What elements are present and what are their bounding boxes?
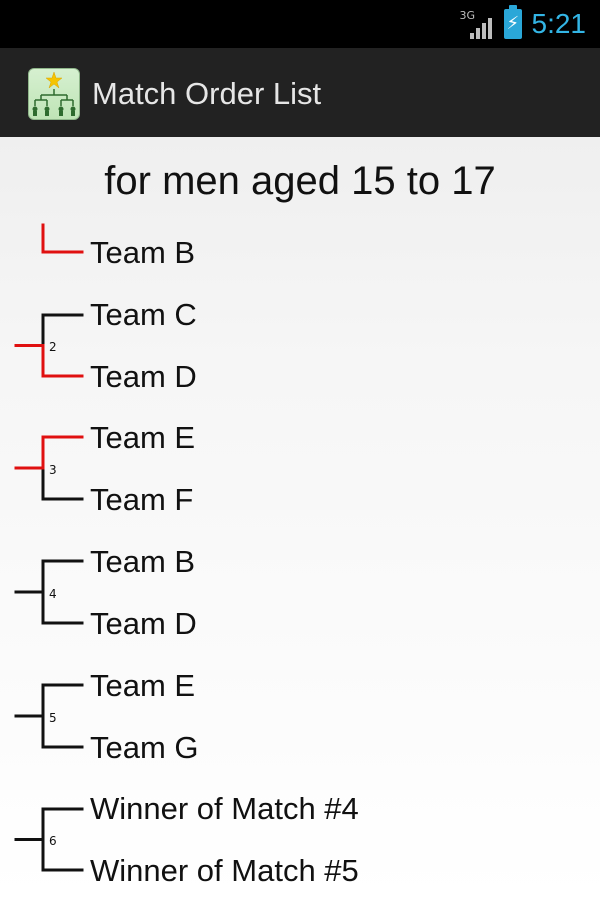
- match-number: 6: [49, 834, 57, 848]
- battery-charging-icon: ⚡: [503, 5, 522, 39]
- team-label: Winner of Match #5: [90, 853, 359, 888]
- team-label: Team B: [90, 544, 196, 579]
- team-label: Team D: [90, 359, 197, 394]
- team-label: Team G: [90, 730, 199, 765]
- team-label: Team E: [90, 668, 196, 703]
- status-clock: 5:21: [531, 8, 587, 39]
- team-label: Winner of Match #4: [90, 791, 359, 826]
- action-bar: Match Order List: [0, 48, 600, 137]
- team-label: Team B: [90, 235, 196, 270]
- action-bar-title: Match Order List: [92, 76, 322, 111]
- team-label: Team C: [90, 297, 197, 332]
- match-number: 2: [49, 340, 57, 354]
- signal-icon: 3G: [460, 9, 494, 39]
- match-number: 5: [49, 711, 57, 725]
- match-order-content: for men aged 15 to 17 Team B Team C Team…: [0, 137, 600, 900]
- status-icons: 3G ⚡ 5:21: [460, 0, 587, 48]
- team-label: Team F: [90, 482, 194, 517]
- team-label: Team E: [90, 420, 196, 455]
- team-label: Team D: [90, 606, 197, 641]
- bracket-tree-icon[interactable]: [28, 68, 80, 120]
- match-number: 4: [49, 587, 57, 601]
- match-number: 3: [49, 463, 57, 477]
- status-bar: 3G ⚡ 5:21: [0, 0, 600, 48]
